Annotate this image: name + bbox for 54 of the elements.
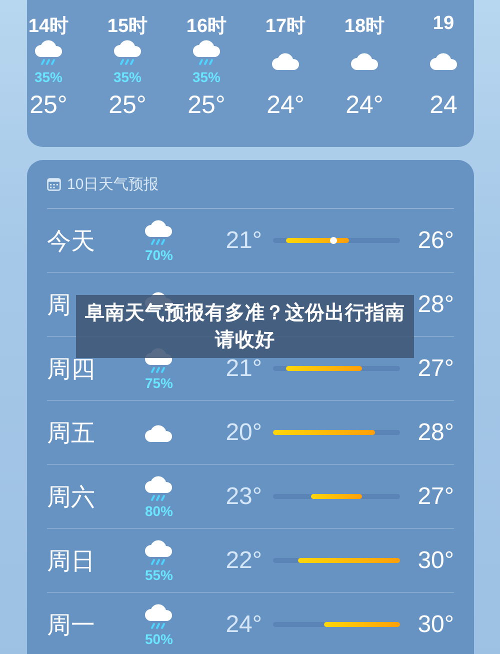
cloud-icon — [143, 422, 175, 442]
temperature: 25° — [30, 91, 68, 120]
cloud-icon — [428, 51, 460, 71]
temperature: 25° — [188, 91, 226, 120]
high-temperature: 26° — [416, 226, 454, 254]
precipitation-chance: 35% — [34, 69, 63, 86]
high-temperature: 28° — [416, 418, 454, 446]
precipitation-chance: 35% — [113, 69, 142, 86]
rain-cloud-icon — [143, 602, 175, 630]
hour-label: 14时 — [28, 15, 69, 37]
day-label: 周日 — [47, 548, 95, 574]
calendar-icon — [47, 178, 61, 190]
high-temperature: 27° — [416, 354, 454, 382]
caption-text: 阜南天气预报有多准？这份出行指南请收好 — [84, 300, 406, 352]
day-label: 今天 — [47, 228, 95, 254]
high-temperature: 27° — [416, 482, 454, 510]
precipitation-chance: 80% — [144, 502, 174, 518]
section-title: 10日天气预报 — [67, 174, 159, 194]
rain-cloud-icon — [32, 39, 64, 67]
cloud-icon — [348, 51, 380, 71]
day-label: 周六 — [47, 484, 95, 510]
high-temperature: 30° — [416, 546, 454, 574]
temperature: 24 — [430, 91, 458, 120]
low-temperature: 21° — [224, 226, 262, 254]
high-temperature: 30° — [416, 610, 454, 638]
rain-cloud-icon — [143, 474, 175, 502]
precipitation-chance: 55% — [144, 566, 174, 582]
temperature: 24° — [346, 91, 384, 120]
rain-cloud-icon — [190, 39, 222, 67]
precipitation-chance: 75% — [144, 374, 174, 390]
precipitation-chance: 35% — [192, 69, 221, 86]
rain-cloud-icon — [143, 218, 175, 246]
low-temperature: 22° — [224, 546, 262, 574]
hour-label: 17时 — [265, 15, 306, 37]
day-label: 周四 — [47, 356, 95, 382]
low-temperature: 23° — [224, 482, 262, 510]
high-temperature: 28° — [416, 290, 454, 318]
low-temperature: 24° — [224, 610, 262, 638]
low-temperature: 20° — [224, 418, 262, 446]
hour-label: 19 — [432, 13, 454, 36]
temperature: 25° — [108, 91, 146, 120]
day-label: 周 — [47, 292, 71, 318]
precipitation-chance: 70% — [144, 246, 174, 262]
day-label: 周五 — [47, 420, 95, 446]
hour-label: 16时 — [186, 15, 227, 37]
temperature: 24° — [266, 91, 304, 120]
rain-cloud-icon — [112, 39, 144, 67]
rain-cloud-icon — [143, 538, 175, 566]
day-label: 周一 — [47, 612, 95, 638]
low-temperature: 21° — [224, 354, 262, 382]
hour-label: 18时 — [344, 15, 385, 37]
cloud-icon — [270, 51, 302, 71]
hour-label: 15时 — [107, 15, 148, 37]
precipitation-chance: 50% — [144, 630, 174, 646]
